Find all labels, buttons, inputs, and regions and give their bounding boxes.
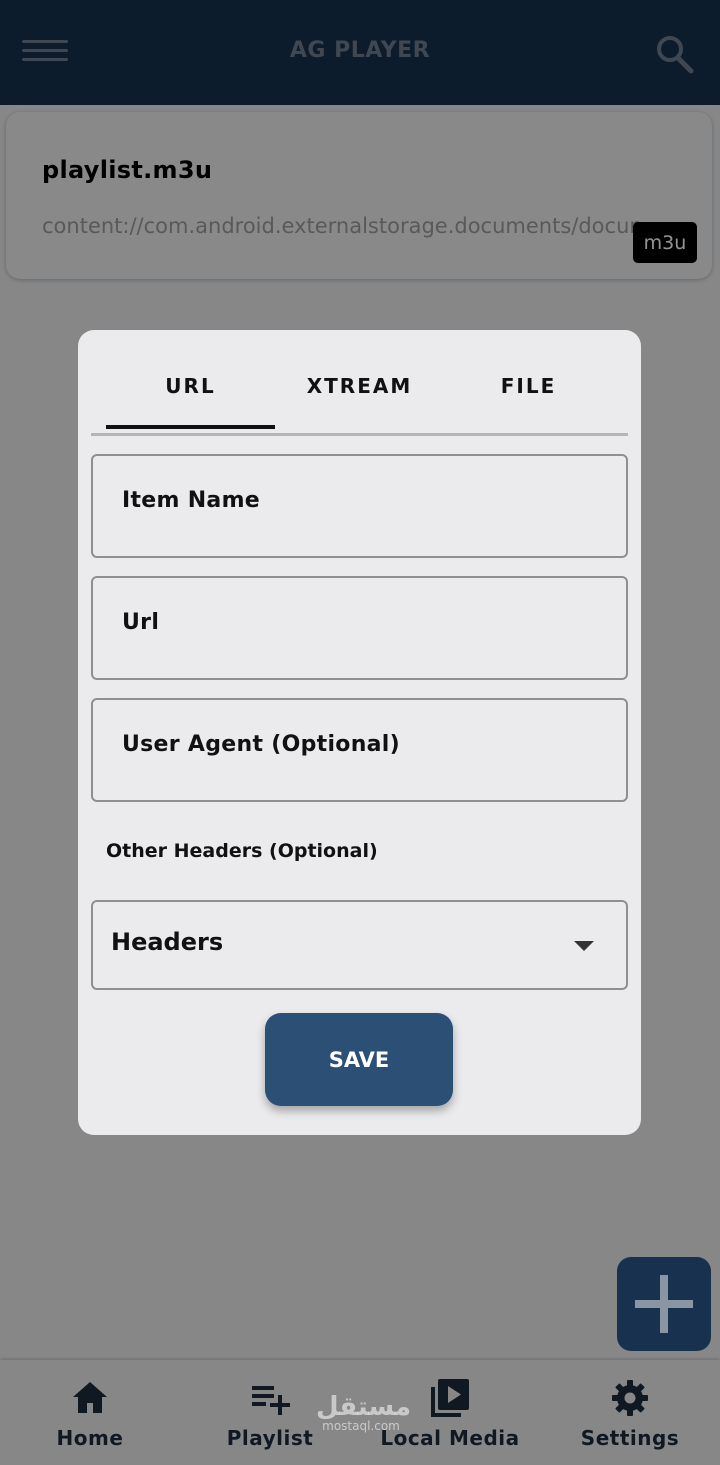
url-field[interactable]: Url bbox=[91, 576, 628, 680]
watermark-logo: مستقل mostaql.com bbox=[316, 1392, 411, 1433]
item-name-field[interactable]: Item Name bbox=[91, 454, 628, 558]
url-label: Url bbox=[122, 610, 160, 635]
add-fab-button[interactable] bbox=[617, 1257, 711, 1351]
dropdown-arrow-icon bbox=[574, 941, 594, 951]
active-tab-indicator bbox=[106, 425, 275, 429]
add-playlist-dialog: URL XTREAM FILE Item Name Url User Agent… bbox=[78, 330, 641, 1135]
other-headers-label: Other Headers (Optional) bbox=[106, 840, 378, 862]
headers-dropdown-value: Headers bbox=[111, 928, 224, 956]
tab-url[interactable]: URL bbox=[106, 374, 275, 398]
item-name-label: Item Name bbox=[122, 488, 261, 513]
headers-dropdown[interactable]: Headers bbox=[91, 900, 628, 990]
tab-file[interactable]: FILE bbox=[444, 374, 613, 398]
watermark-text: مستقل bbox=[316, 1392, 412, 1422]
user-agent-field[interactable]: User Agent (Optional) bbox=[91, 698, 628, 802]
user-agent-label: User Agent (Optional) bbox=[122, 732, 401, 757]
plus-icon bbox=[635, 1275, 693, 1333]
save-button[interactable]: SAVE bbox=[265, 1013, 453, 1106]
tab-xtream[interactable]: XTREAM bbox=[275, 374, 444, 398]
tab-divider bbox=[91, 433, 628, 436]
watermark-sub: mostaql.com bbox=[322, 1419, 400, 1433]
